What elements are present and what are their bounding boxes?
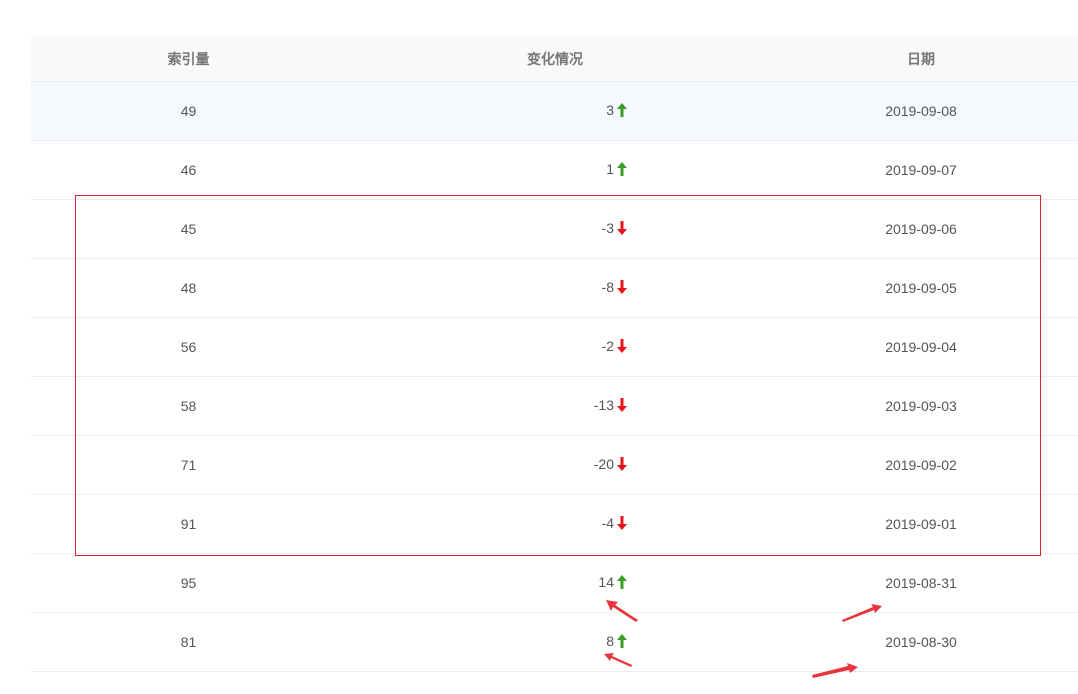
change-value: 8 <box>606 632 614 649</box>
table-row[interactable]: 91 -4 2019-09-01 <box>31 495 1078 554</box>
index-cell: 95 <box>180 575 197 591</box>
header-date: 日期 <box>907 50 935 67</box>
date-cell: 2019-09-05 <box>764 279 1078 297</box>
change-cell: -8 <box>346 278 764 299</box>
table-header: 索引量 变化情况 日期 <box>31 36 1078 82</box>
change-value: 1 <box>606 160 614 177</box>
up-arrow-icon <box>617 161 627 176</box>
date-value: 2019-09-04 <box>885 339 957 355</box>
change-cell: -3 <box>346 219 764 240</box>
change-value: 14 <box>598 573 614 590</box>
header-change: 变化情况 <box>527 50 583 67</box>
table-row[interactable]: 95 14 2019-08-31 <box>31 554 1078 613</box>
change-value: -2 <box>601 337 614 354</box>
date-cell: 2019-08-30 <box>764 633 1078 651</box>
index-cell: 81 <box>180 634 197 650</box>
table-row[interactable]: 58 -13 2019-09-03 <box>31 377 1078 436</box>
date-value: 2019-09-06 <box>885 221 957 237</box>
up-arrow-icon <box>617 102 627 117</box>
date-cell: 2019-09-04 <box>764 338 1078 356</box>
change-cell: -4 <box>346 514 764 535</box>
table-row[interactable]: 49 3 2019-09-08 <box>31 82 1078 141</box>
index-cell: 56 <box>180 339 197 355</box>
date-value: 2019-09-08 <box>885 103 957 119</box>
date-cell: 2019-09-08 <box>764 102 1078 120</box>
date-value: 2019-09-03 <box>885 398 957 414</box>
change-value: 3 <box>606 101 614 118</box>
change-cell: 1 <box>346 160 764 181</box>
change-cell: 8 <box>346 632 764 653</box>
down-arrow-icon <box>617 220 627 235</box>
date-cell: 2019-09-01 <box>764 515 1078 533</box>
date-value: 2019-09-02 <box>885 457 957 473</box>
date-value: 2019-09-05 <box>885 280 957 296</box>
change-value: -3 <box>601 219 614 236</box>
index-cell: 71 <box>180 457 197 473</box>
change-value: -8 <box>601 278 614 295</box>
down-arrow-icon <box>617 515 627 530</box>
index-cell: 91 <box>180 516 197 532</box>
index-history-table: 索引量 变化情况 日期 49 3 2019-09-08 46 1 2019-09… <box>31 36 1078 672</box>
down-arrow-icon <box>617 338 627 353</box>
index-cell: 49 <box>180 103 197 119</box>
index-cell: 48 <box>180 280 197 296</box>
date-cell: 2019-09-03 <box>764 397 1078 415</box>
change-cell: -13 <box>346 396 764 417</box>
date-cell: 2019-09-02 <box>764 456 1078 474</box>
up-arrow-icon <box>617 633 627 648</box>
date-cell: 2019-08-31 <box>764 574 1078 592</box>
table-row[interactable]: 45 -3 2019-09-06 <box>31 200 1078 259</box>
change-cell: 14 <box>346 573 764 594</box>
date-value: 2019-09-01 <box>885 516 957 532</box>
change-value: -20 <box>593 455 614 472</box>
change-value: -13 <box>593 396 614 413</box>
index-cell: 46 <box>180 162 197 178</box>
index-cell: 45 <box>180 221 197 237</box>
change-cell: 3 <box>346 101 764 122</box>
table-row[interactable]: 71 -20 2019-09-02 <box>31 436 1078 495</box>
table-row[interactable]: 56 -2 2019-09-04 <box>31 318 1078 377</box>
table-row[interactable]: 48 -8 2019-09-05 <box>31 259 1078 318</box>
date-cell: 2019-09-07 <box>764 161 1078 179</box>
up-arrow-icon <box>617 574 627 589</box>
change-value: -4 <box>601 514 614 531</box>
date-value: 2019-09-07 <box>885 162 957 178</box>
header-index: 索引量 <box>167 50 210 67</box>
down-arrow-icon <box>617 397 627 412</box>
table-row[interactable]: 81 8 2019-08-30 <box>31 613 1078 672</box>
change-cell: -2 <box>346 337 764 358</box>
date-value: 2019-08-31 <box>885 575 957 591</box>
table-row[interactable]: 46 1 2019-09-07 <box>31 141 1078 200</box>
change-cell: -20 <box>346 455 764 476</box>
index-cell: 58 <box>180 398 197 414</box>
date-value: 2019-08-30 <box>885 634 957 650</box>
down-arrow-icon <box>617 279 627 294</box>
date-cell: 2019-09-06 <box>764 220 1078 238</box>
down-arrow-icon <box>617 456 627 471</box>
